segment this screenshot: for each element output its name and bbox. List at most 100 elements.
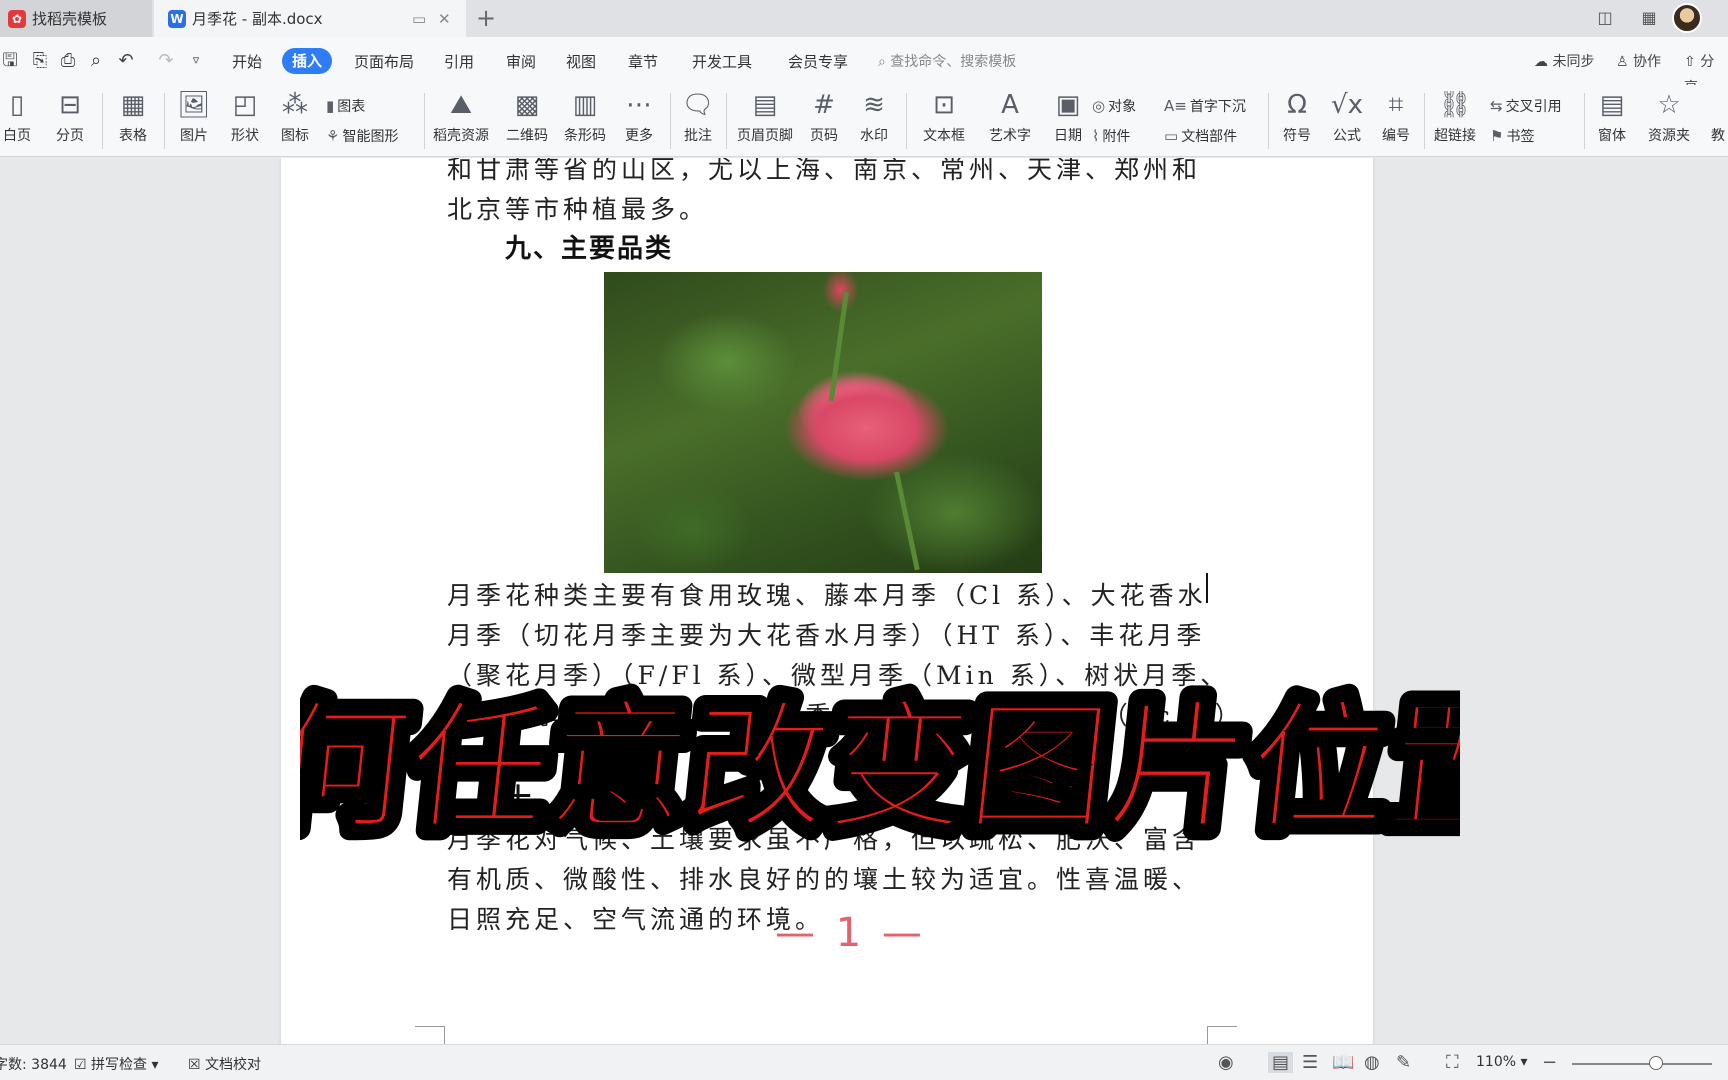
zoom-out-icon[interactable]: − [1542, 1052, 1557, 1073]
numbering-button[interactable]: ⌗ 编号 [1376, 85, 1416, 157]
document-page[interactable]: 和甘肃等省的山区，尤以上海、南京、常州、天津、郑州和 北京等市种植最多。 九、主… [281, 158, 1373, 1044]
close-tab-icon[interactable]: ✕ [438, 10, 451, 28]
table-button[interactable]: ▦ 表格 [108, 85, 158, 157]
object-button[interactable]: ◎ 对象 [1092, 95, 1136, 117]
save-icon[interactable]: 🖫 [0, 49, 22, 73]
sync-button[interactable]: ☁ 未同步 [1534, 49, 1594, 75]
form-icon: ▤ [1599, 90, 1625, 120]
page-number-icon: # [813, 90, 835, 120]
picture-button[interactable]: 🖼 图片 [170, 85, 218, 157]
menu-section[interactable]: 章节 [628, 49, 658, 75]
textbox-label: 文本框 [923, 128, 965, 144]
shape-button[interactable]: ◰ 形状 [222, 85, 268, 157]
numbering-icon: ⌗ [1388, 90, 1404, 120]
menu-member[interactable]: 会员专享 [788, 49, 848, 75]
menu-home[interactable]: 开始 [232, 49, 262, 75]
header-footer-button[interactable]: ▤ 页眉页脚 [732, 85, 798, 157]
chart-icon: ▮ [326, 97, 335, 115]
command-search[interactable]: ⌕ 查找命令、搜索模板 [878, 49, 1016, 75]
chart-button[interactable]: ▮ 图表 [326, 95, 365, 117]
page-corner-mark [415, 1026, 445, 1044]
rose-picture[interactable] [604, 272, 1042, 573]
more-button[interactable]: ⋯ 更多 [616, 85, 662, 157]
monitor-icon[interactable]: ▭ [412, 10, 426, 28]
page-number-button[interactable]: # 页码 [802, 85, 846, 157]
attachment-button[interactable]: ⌇ 附件 [1092, 125, 1130, 147]
page-break-icon: ⊟ [59, 90, 81, 120]
word-count[interactable]: 字数: 3844 [0, 1054, 67, 1074]
collab-button[interactable]: ♙ 协作 [1616, 49, 1661, 75]
zoom-slider[interactable] [1572, 1063, 1712, 1065]
icon-button[interactable]: ⁂ 图标 [272, 85, 318, 157]
blank-page-button[interactable]: ▯ 白页 [0, 85, 38, 157]
window-form-label: 窗体 [1598, 128, 1626, 144]
watermark-icon: ≋ [863, 90, 885, 120]
new-tab-button[interactable]: + [476, 4, 496, 32]
picture-label: 图片 [180, 128, 208, 144]
wordart-button[interactable]: A 艺术字 [980, 85, 1040, 157]
eye-protection-icon[interactable]: ◉ [1218, 1052, 1234, 1073]
header-footer-icon: ▤ [752, 90, 778, 120]
docer-resources-button[interactable]: ⛰ 稻壳资源 [428, 85, 494, 157]
bookmark-button[interactable]: ⚑ 书签 [1490, 125, 1534, 147]
pen-icon[interactable]: ✎ [1396, 1052, 1411, 1073]
tab-document[interactable]: W 月季花 - 副本.docx ▭ ✕ [154, 0, 466, 37]
drop-cap-button[interactable]: A≡ 首字下沉 [1164, 95, 1246, 117]
page-view-icon[interactable]: ▤ [1268, 1052, 1294, 1073]
date-label: 日期 [1054, 128, 1082, 144]
print-icon[interactable]: ⎙ [56, 49, 80, 73]
zoom-value: 110% [1476, 1054, 1517, 1070]
page-break-button[interactable]: ⊟ 分页 [46, 85, 94, 157]
formula-button[interactable]: √x 公式 [1324, 85, 1370, 157]
fit-page-icon[interactable]: ⛶ [1446, 1052, 1459, 1073]
search-icon: ⌕ [878, 54, 886, 70]
reading-view-icon[interactable]: 📖 [1332, 1052, 1354, 1073]
menu-references[interactable]: 引用 [444, 49, 474, 75]
resources-folder-button[interactable]: ☆ 资源夹 [1640, 85, 1698, 157]
symbol-button[interactable]: Ω 符号 [1274, 85, 1320, 157]
proofread-button[interactable]: ☒ 文档校对 [188, 1054, 261, 1074]
barcode-button[interactable]: ▥ 条形码 [560, 85, 610, 157]
menu-view[interactable]: 视图 [566, 49, 596, 75]
undo-icon[interactable]: ↶ [114, 49, 138, 73]
drop-cap-label: 首字下沉 [1189, 99, 1246, 115]
search-placeholder: 查找命令、搜索模板 [890, 54, 1017, 70]
zoom-level[interactable]: 110% ▾ [1476, 1054, 1528, 1070]
avatar[interactable] [1672, 3, 1702, 33]
status-bar: 字数: 3844 ☑ 拼写检查 ▾ ☒ 文档校对 ◉ ▤ ☰ 📖 ◍ ✎ ⛶ 1… [0, 1044, 1728, 1080]
grid-view-icon[interactable]: ▦ [1638, 8, 1660, 28]
window-form-button[interactable]: ▤ 窗体 [1590, 85, 1634, 157]
share-icon: ⇧ [1684, 54, 1696, 70]
quick-access-dropdown-icon[interactable]: ▿ [184, 49, 208, 73]
divider [1584, 93, 1585, 149]
page-number: — 1 — [775, 910, 926, 956]
document-canvas[interactable]: 和甘肃等省的山区，尤以上海、南京、常州、天津、郑州和 北京等市种植最多。 九、主… [0, 158, 1728, 1044]
web-view-icon[interactable]: ◍ [1364, 1052, 1380, 1073]
doc-parts-button[interactable]: ▭ 文档部件 [1164, 125, 1237, 147]
menu-page-layout[interactable]: 页面布局 [354, 49, 414, 75]
tab-template-store[interactable]: ✿ 找稻壳模板 [0, 0, 152, 37]
chevron-down-icon: ▾ [151, 1057, 159, 1073]
redo-icon[interactable]: ↷ [154, 49, 178, 73]
teach-button[interactable]: 教 [1708, 85, 1728, 157]
date-button[interactable]: ▣ 日期 [1048, 85, 1088, 157]
qrcode-button[interactable]: ▩ 二维码 [502, 85, 552, 157]
layout-toggle-icon[interactable]: ◫ [1594, 8, 1616, 28]
spell-check-toggle[interactable]: ☑ 拼写检查 ▾ [74, 1054, 159, 1074]
outline-view-icon[interactable]: ☰ [1302, 1052, 1318, 1073]
export-icon[interactable]: ⎘ [28, 49, 52, 73]
menu-review[interactable]: 审阅 [506, 49, 536, 75]
watermark-button[interactable]: ≋ 水印 [852, 85, 896, 157]
cross-ref-button[interactable]: ⇆ 交叉引用 [1490, 95, 1562, 117]
menu-developer[interactable]: 开发工具 [692, 49, 752, 75]
object-label: 对象 [1108, 99, 1137, 115]
share-button[interactable]: ⇧ 分享 [1684, 49, 1728, 96]
hyperlink-button[interactable]: ⛓ 超链接 [1430, 85, 1480, 157]
zoom-slider-handle[interactable] [1649, 1056, 1663, 1070]
textbox-button[interactable]: ⊡ 文本框 [914, 85, 974, 157]
menu-insert[interactable]: 插入 [282, 48, 333, 74]
comment-button[interactable]: 🗨 批注 [676, 85, 720, 157]
print-preview-icon[interactable]: ⌕ [84, 49, 108, 73]
smart-shape-button[interactable]: ⚘ 智能图形 [326, 125, 398, 147]
proofread-label: 文档校对 [205, 1057, 262, 1073]
